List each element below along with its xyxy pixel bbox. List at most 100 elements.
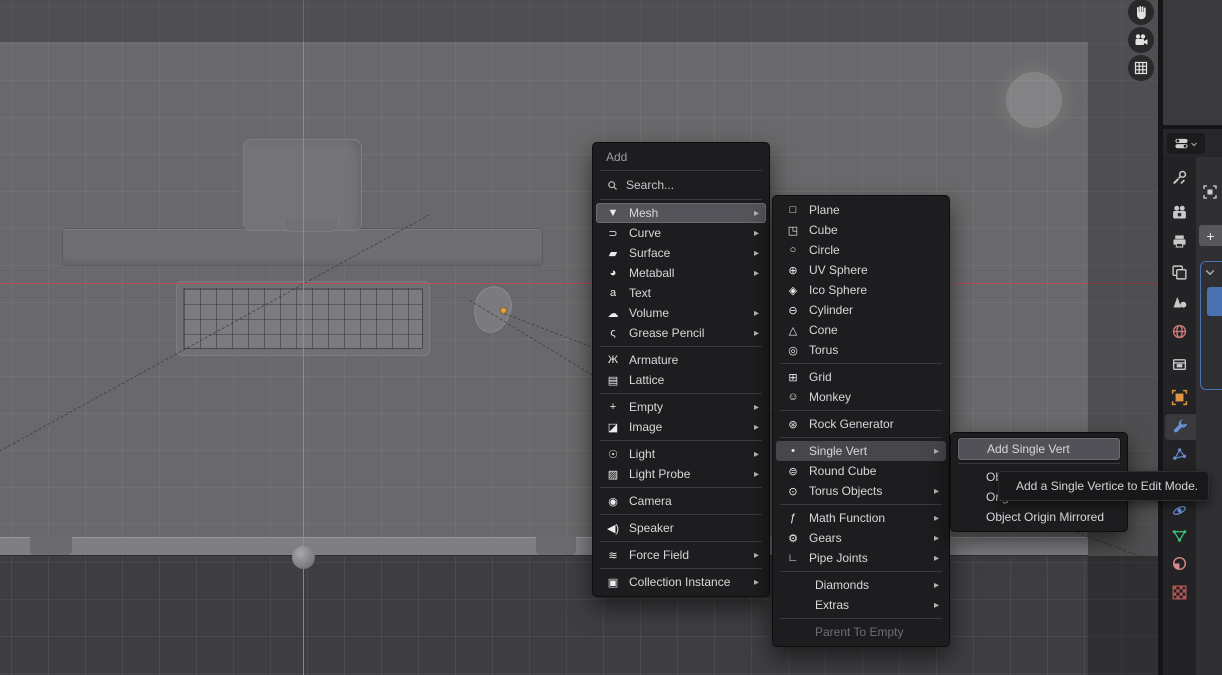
menu-search[interactable]: Search...: [596, 174, 766, 196]
properties-editor-icon: [1175, 138, 1188, 149]
sphere-object[interactable]: [292, 546, 315, 569]
menu-item-object-origin-mirrored[interactable]: Object Origin Mirrored: [954, 507, 1124, 527]
menu-item-armature[interactable]: Ж Armature: [596, 350, 766, 370]
panel-blue-button[interactable]: [1207, 287, 1222, 316]
camera-view-button[interactable]: [1128, 27, 1154, 53]
menu-item-volume[interactable]: ☁ Volume ▸: [596, 303, 766, 323]
menu-item-metaball[interactable]: ◕ Metaball ▸: [596, 263, 766, 283]
panel-chevron-down-icon[interactable]: [1204, 266, 1216, 278]
menu-item-camera[interactable]: ◉ Camera: [596, 491, 766, 511]
x-axis-line: [0, 283, 1158, 284]
tab-object-data[interactable]: [1165, 522, 1194, 548]
menu-item-add-single-vert[interactable]: Add Single Vert: [958, 438, 1120, 460]
menu-item-cube[interactable]: ◳ Cube: [776, 220, 946, 240]
menu-item-grid[interactable]: ⊞ Grid: [776, 367, 946, 387]
add-menu: Add Search... ▼ Mesh ▸ ⊃ Curve ▸ ▰ Surfa…: [592, 142, 770, 597]
menu-separator: [600, 514, 762, 515]
menu-item-curve[interactable]: ⊃ Curve ▸: [596, 223, 766, 243]
menu-item-torus[interactable]: ◎ Torus: [776, 340, 946, 360]
menu-item-round-cube[interactable]: ⊜ Round Cube: [776, 461, 946, 481]
tab-object[interactable]: [1165, 384, 1194, 410]
submenu-arrow-icon: ▸: [933, 579, 939, 591]
active-panel-outline: [1200, 261, 1222, 390]
submenu-arrow-icon: ▸: [933, 512, 939, 524]
menu-item-image[interactable]: ◪ Image ▸: [596, 417, 766, 437]
menu-item-empty[interactable]: + Empty ▸: [596, 397, 766, 417]
armature-icon: Ж: [607, 354, 619, 366]
menu-item-text[interactable]: a Text: [596, 283, 766, 303]
tab-world[interactable]: [1165, 318, 1194, 344]
menu-item-circle[interactable]: ○ Circle: [776, 240, 946, 260]
menu-item-lattice[interactable]: ▤ Lattice: [596, 370, 766, 390]
menu-item-gears[interactable]: ⚙ Gears ▸: [776, 528, 946, 548]
tab-material[interactable]: [1165, 550, 1194, 576]
menu-item-cylinder[interactable]: ⊖ Cylinder: [776, 300, 946, 320]
menu-item-diamonds[interactable]: Diamonds ▸: [776, 575, 946, 595]
submenu-arrow-icon: ▸: [933, 532, 939, 544]
camera-passepartout-top: [0, 0, 1088, 42]
image-icon: ◪: [607, 421, 619, 434]
menu-item-collection-instance[interactable]: ▣ Collection Instance ▸: [596, 572, 766, 592]
tab-output[interactable]: [1165, 228, 1194, 254]
frame-icon[interactable]: [1202, 184, 1218, 205]
object-icon: [1171, 389, 1188, 405]
menu-item-math-function[interactable]: ƒ Math Function ▸: [776, 508, 946, 528]
submenu-arrow-icon: ▸: [753, 327, 759, 339]
toggle-orthographic-button[interactable]: [1128, 55, 1154, 81]
menu-item-plane[interactable]: □ Plane: [776, 200, 946, 220]
menu-item-surface[interactable]: ▰ Surface ▸: [596, 243, 766, 263]
add-button[interactable]: +: [1199, 225, 1222, 246]
tab-texture[interactable]: [1165, 579, 1194, 605]
object-origin-dot[interactable]: [500, 307, 507, 314]
pan-hand-icon: [1137, 6, 1146, 20]
menu-item-light[interactable]: ☉ Light ▸: [596, 444, 766, 464]
particles-icon: [1173, 447, 1187, 460]
mouse-object[interactable]: [468, 282, 517, 337]
search-label: Search...: [626, 178, 675, 192]
menu-item-cone[interactable]: △ Cone: [776, 320, 946, 340]
chevron-down-icon: [1191, 142, 1197, 146]
menu-item-torus-objects[interactable]: ⊙ Torus Objects ▸: [776, 481, 946, 501]
menu-item-ico-sphere[interactable]: ◈ Ico Sphere: [776, 280, 946, 300]
tab-particles[interactable]: [1165, 440, 1194, 466]
light-probe-icon: ▨: [607, 468, 619, 481]
monitor-stand-object[interactable]: [283, 219, 339, 232]
3d-viewport[interactable]: [0, 0, 1158, 675]
menu-item-speaker[interactable]: ◀) Speaker: [596, 518, 766, 538]
menu-item-grease-pencil[interactable]: ς Grease Pencil ▸: [596, 323, 766, 343]
add-menu-title: Add: [606, 150, 628, 164]
light-icon: ☉: [608, 448, 618, 461]
lamp-sphere-object[interactable]: [1006, 72, 1062, 128]
viewport-floor: [0, 556, 1158, 675]
menu-item-parent-to-empty: Parent To Empty: [815, 625, 904, 639]
tab-collection[interactable]: [1165, 350, 1194, 376]
menu-item-uv-sphere[interactable]: ⊕ UV Sphere: [776, 260, 946, 280]
tab-tool[interactable]: [1165, 164, 1194, 190]
tool-icon: [1173, 170, 1187, 184]
collection-instance-icon: ▣: [607, 576, 619, 589]
menu-separator: [780, 437, 942, 438]
gears-icon: ⚙: [788, 532, 798, 545]
menu-item-light-probe[interactable]: ▨ Light Probe ▸: [596, 464, 766, 484]
outliner-editor[interactable]: [1163, 0, 1222, 125]
menu-item-mesh[interactable]: ▼ Mesh ▸: [596, 203, 766, 223]
menu-item-force-field[interactable]: ≋ Force Field ▸: [596, 545, 766, 565]
menu-item-extras[interactable]: Extras ▸: [776, 595, 946, 615]
editor-type-selector[interactable]: [1167, 133, 1205, 154]
grid-ortho-icon: [1134, 61, 1148, 75]
tab-scene[interactable]: [1165, 288, 1194, 314]
submenu-arrow-icon: ▸: [933, 485, 939, 497]
menu-separator: [600, 541, 762, 542]
menu-separator: [600, 440, 762, 441]
cylinder-icon: ⊖: [788, 304, 798, 317]
tab-view-layer[interactable]: [1165, 259, 1194, 285]
ico-sphere-icon: ◈: [788, 284, 798, 297]
pan-view-button[interactable]: [1128, 0, 1154, 25]
menu-item-pipe-joints[interactable]: ∟ Pipe Joints ▸: [776, 548, 946, 568]
menu-separator: [600, 487, 762, 488]
menu-item-rock-generator[interactable]: ⊛ Rock Generator: [776, 414, 946, 434]
tab-render[interactable]: [1165, 199, 1194, 225]
menu-item-monkey[interactable]: ☺ Monkey: [776, 387, 946, 407]
tab-modifiers[interactable]: [1165, 414, 1196, 440]
menu-item-single-vert[interactable]: • Single Vert ▸: [776, 441, 946, 461]
